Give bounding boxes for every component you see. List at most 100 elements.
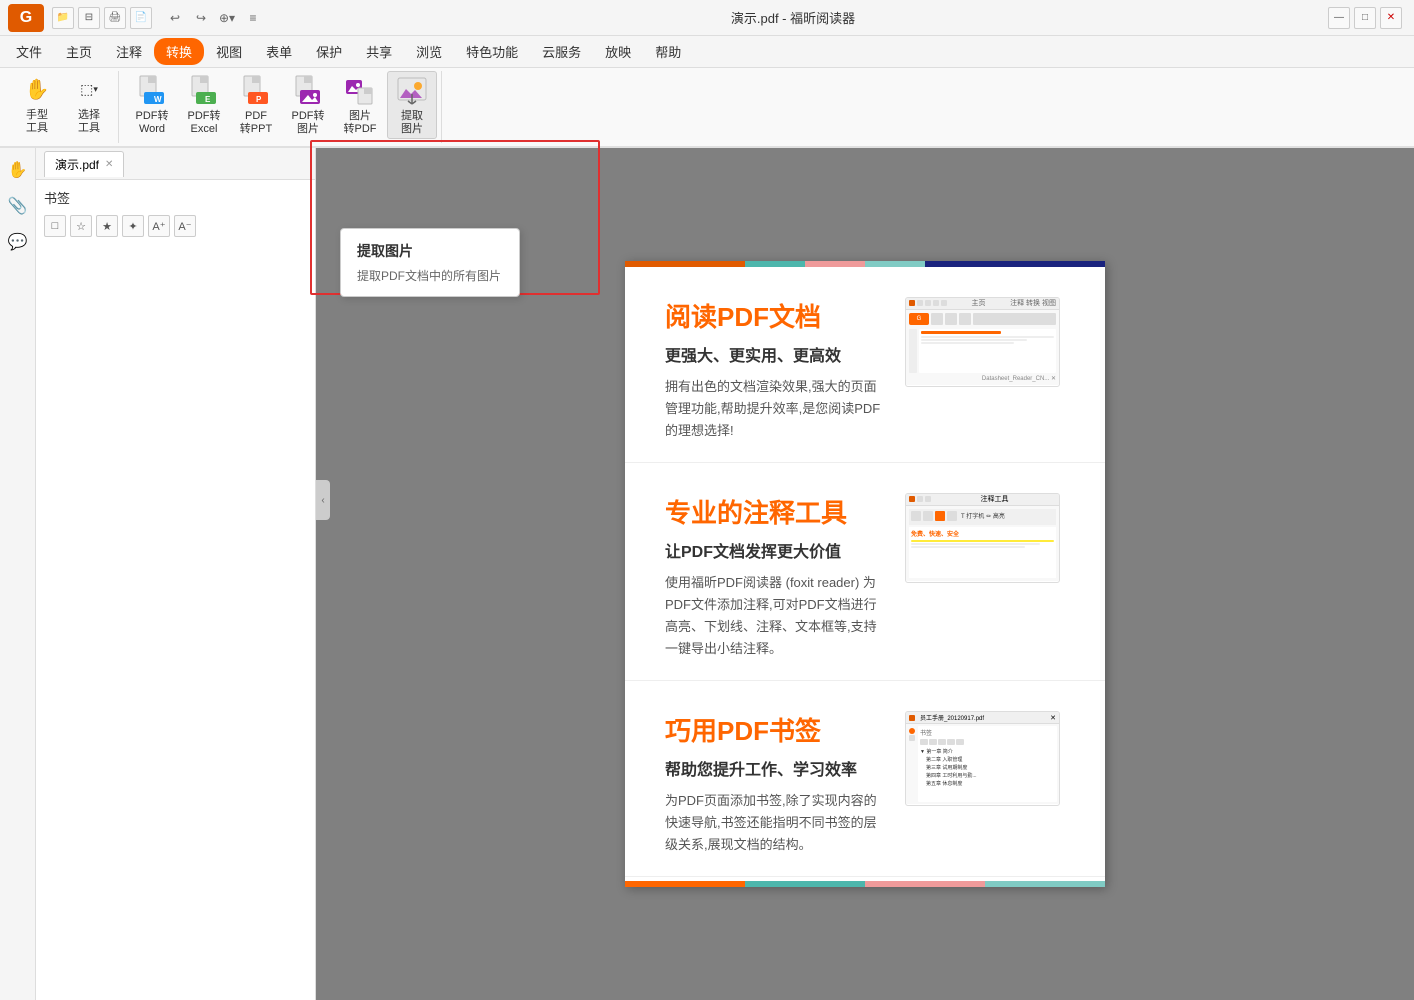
image-to-pdf-icon <box>344 74 376 106</box>
sidebar: ✋ 📎 💬 <box>0 148 36 1000</box>
section-annotate: 专业的注释工具 让PDF文档发挥更大价值 使用福昕PDF阅读器 (foxit r… <box>625 463 1105 681</box>
hand-tool-btn[interactable]: ✋ 手型工具 <box>12 71 62 139</box>
win-btn-print[interactable]: 🖨 <box>104 7 126 29</box>
close-btn[interactable]: ✕ <box>1380 7 1402 29</box>
pdf-to-word-icon: W <box>136 74 168 106</box>
hand-tool-label: 手型工具 <box>26 109 48 135</box>
tab-close-icon[interactable]: ✕ <box>105 159 113 170</box>
menu-home[interactable]: 主页 <box>54 38 104 65</box>
pdf-to-image-icon <box>292 74 324 106</box>
section2-subtitle: 让PDF文档发挥更大价值 <box>665 538 889 562</box>
maximize-btn[interactable]: □ <box>1354 7 1376 29</box>
toolbar-group-tools: ✋ 手型工具 ⬚▾ 选择工具 <box>8 71 119 143</box>
pdf-to-ppt-icon: P <box>240 74 272 106</box>
section1-preview: 主页 注释 转换 视图 G <box>905 297 1060 387</box>
svg-text:W: W <box>154 95 162 104</box>
menu-protect[interactable]: 保护 <box>304 38 354 65</box>
extract-image-icon <box>396 74 428 106</box>
customize-btn[interactable]: ⊕▾ <box>216 7 238 29</box>
app-logo: G <box>8 4 44 32</box>
bottom-color-band <box>625 881 1105 887</box>
pdf-to-excel-label: PDF转Excel <box>188 110 221 136</box>
section2-title: 专业的注释工具 <box>665 493 889 530</box>
menu-cloud[interactable]: 云服务 <box>530 38 593 65</box>
pdf-to-excel-icon: E <box>188 74 220 106</box>
menu-help[interactable]: 帮助 <box>643 38 693 65</box>
tooltip-title: 提取图片 <box>357 241 503 261</box>
bookmark-panel-title: 书签 <box>44 188 307 207</box>
hand-icon: ✋ <box>21 75 53 105</box>
section1-title: 阅读PDF文档 <box>665 297 889 334</box>
bm-tool-3[interactable]: ★ <box>96 215 118 237</box>
tooltip-desc: 提取PDF文档中的所有图片 <box>357 267 503 284</box>
svg-text:P: P <box>256 95 262 104</box>
menu-annotate[interactable]: 注释 <box>104 38 154 65</box>
pdf-to-image-btn[interactable]: PDF转图片 <box>283 71 333 139</box>
pdf-to-ppt-label: PDF转PPT <box>240 110 272 136</box>
image-to-pdf-label: 图片转PDF <box>344 110 377 136</box>
extract-image-btn[interactable]: 提取图片 <box>387 71 437 139</box>
menu-form[interactable]: 表单 <box>254 38 304 65</box>
extract-image-label: 提取图片 <box>401 110 423 136</box>
image-to-pdf-btn[interactable]: 图片转PDF <box>335 71 385 139</box>
sidebar-comment-icon[interactable]: 💬 <box>4 228 32 256</box>
section3-body: 为PDF页面添加书签,除了实现内容的快速导航,书签还能指明不同书签的层级关系,展… <box>665 790 889 856</box>
section-bookmark: 巧用PDF书签 帮助您提升工作、学习效率 为PDF页面添加书签,除了实现内容的快… <box>625 681 1105 877</box>
bm-tool-5[interactable]: A⁺ <box>148 215 170 237</box>
menu-browse[interactable]: 浏览 <box>404 38 454 65</box>
bookmark-panel: 书签 □ ☆ ★ ✦ A⁺ A⁻ <box>36 180 315 1000</box>
svg-text:E: E <box>205 95 211 104</box>
pdf-to-ppt-btn[interactable]: P PDF转PPT <box>231 71 281 139</box>
select-tool-btn[interactable]: ⬚▾ 选择工具 <box>64 71 114 139</box>
win-btn-folder[interactable]: 📁 <box>52 7 74 29</box>
toolbar-group-convert: W PDF转Word E PDF转Excel <box>123 71 442 143</box>
color-band <box>625 261 1105 267</box>
menu-view[interactable]: 视图 <box>204 38 254 65</box>
menu-special[interactable]: 特色功能 <box>454 38 530 65</box>
section3-title: 巧用PDF书签 <box>665 711 889 748</box>
menu-file[interactable]: 文件 <box>4 38 54 65</box>
tab-bar: 演示.pdf ✕ <box>36 148 315 180</box>
extra-btn[interactable]: ≡ <box>242 7 264 29</box>
undo-btn[interactable]: ↩ <box>164 7 186 29</box>
minimize-btn[interactable]: — <box>1328 7 1350 29</box>
titlebar: G 📁 ⊟ 🖨 📄 ↩ ↪ ⊕▾ ≡ 演示.pdf - 福昕阅读器 — □ ✕ <box>0 0 1414 36</box>
sidebar-bookmark-icon[interactable]: 📎 <box>4 192 32 220</box>
window-title: 演示.pdf - 福昕阅读器 <box>264 8 1322 27</box>
section-read-pdf: 阅读PDF文档 更强大、更实用、更高效 拥有出色的文档渲染效果,强大的页面管理功… <box>625 267 1105 463</box>
toolbar: ✋ 手型工具 ⬚▾ 选择工具 W PDF转Word <box>0 68 1414 148</box>
quick-access-toolbar: ↩ ↪ ⊕▾ ≡ <box>164 7 264 29</box>
panel-collapse-handle[interactable]: ‹ <box>316 480 330 520</box>
pdf-to-word-btn[interactable]: W PDF转Word <box>127 71 177 139</box>
tooltip-popup: 提取图片 提取PDF文档中的所有图片 <box>340 228 520 297</box>
bm-tool-4[interactable]: ✦ <box>122 215 144 237</box>
sidebar-hand-icon[interactable]: ✋ <box>4 156 32 184</box>
redo-btn[interactable]: ↪ <box>190 7 212 29</box>
menu-convert[interactable]: 转换 <box>154 38 204 65</box>
pdf-to-excel-btn[interactable]: E PDF转Excel <box>179 71 229 139</box>
left-panel: 演示.pdf ✕ 书签 □ ☆ ★ ✦ A⁺ A⁻ <box>36 148 316 1000</box>
tab-label: 演示.pdf <box>55 156 99 173</box>
bm-tool-1[interactable]: □ <box>44 215 66 237</box>
win-btn-tabs[interactable]: ⊟ <box>78 7 100 29</box>
pdf-content: 阅读PDF文档 更强大、更实用、更高效 拥有出色的文档渲染效果,强大的页面管理功… <box>625 261 1105 888</box>
bookmark-toolbar: □ ☆ ★ ✦ A⁺ A⁻ <box>44 215 307 237</box>
pdf-to-image-label: PDF转图片 <box>292 110 325 136</box>
section2-preview: 注释工具 T 打字机 ✏ 高亮 <box>905 493 1060 583</box>
main-area: ✋ 📎 💬 演示.pdf ✕ 书签 □ ☆ ★ ✦ A⁺ A⁻ ‹ <box>0 148 1414 1000</box>
select-tool-label: 选择工具 <box>78 109 100 135</box>
bm-tool-6[interactable]: A⁻ <box>174 215 196 237</box>
section1-subtitle: 更强大、更实用、更高效 <box>665 342 889 366</box>
pdf-to-word-label: PDF转Word <box>136 110 169 136</box>
bm-tool-2[interactable]: ☆ <box>70 215 92 237</box>
win-btn-new[interactable]: 📄 <box>130 7 152 29</box>
select-icon: ⬚▾ <box>73 75 105 105</box>
document-tab[interactable]: 演示.pdf ✕ <box>44 151 124 177</box>
menu-share[interactable]: 共享 <box>354 38 404 65</box>
section2-body: 使用福昕PDF阅读器 (foxit reader) 为PDF文件添加注释,可对P… <box>665 572 889 660</box>
section3-subtitle: 帮助您提升工作、学习效率 <box>665 756 889 780</box>
section1-body: 拥有出色的文档渲染效果,强大的页面管理功能,帮助提升效率,是您阅读PDF的理想选… <box>665 376 889 442</box>
menu-present[interactable]: 放映 <box>593 38 643 65</box>
window-controls: 📁 ⊟ 🖨 📄 <box>52 7 152 29</box>
menubar: 文件 主页 注释 转换 视图 表单 保护 共享 浏览 特色功能 云服务 放映 帮… <box>0 36 1414 68</box>
